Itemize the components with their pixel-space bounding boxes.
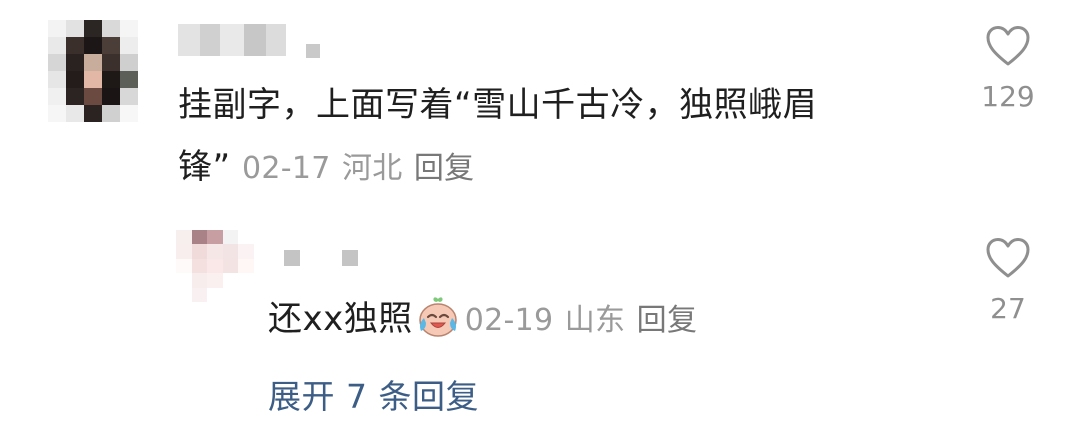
reply-date: 02-19	[464, 303, 554, 338]
comment-thread: 挂副字，上面写着“雪山千古冷，独照峨眉 锋” 02-17 河北 回复 129 还…	[0, 0, 1080, 438]
comment-date: 02-17	[241, 151, 331, 186]
reply-avatar[interactable]	[176, 230, 254, 302]
comment-location: 河北	[341, 151, 403, 186]
reply-like-count: 27	[990, 292, 1026, 325]
reply-button[interactable]: 回复	[414, 151, 475, 186]
comment-text-line2-text: 锋”	[178, 147, 231, 187]
comment-text-line1: 挂副字，上面写着“雪山千古冷，独照峨眉	[178, 85, 818, 125]
comment-text: 挂副字，上面写着“雪山千古冷，独照峨眉 锋” 02-17 河北 回复	[178, 74, 817, 200]
reply-location: 山东	[564, 303, 626, 338]
reply-reply-button[interactable]: 回复	[637, 303, 698, 338]
reply-like-button[interactable]: 27	[963, 236, 1053, 325]
reply-text: 还xx独照 02-19 山东 回复	[268, 288, 697, 352]
avatar[interactable]	[48, 20, 138, 122]
username-blurred[interactable]	[178, 24, 320, 58]
expand-replies-link[interactable]: 展开 7 条回复	[268, 370, 479, 418]
crying-laughing-face-icon	[415, 296, 461, 338]
like-button[interactable]: 129	[963, 24, 1053, 113]
comment-text-line2: 锋” 02-17 河北 回复	[178, 136, 817, 200]
like-count: 129	[981, 80, 1035, 113]
heart-icon	[986, 238, 1030, 278]
reply-text-content: 还xx独照	[268, 299, 413, 339]
heart-icon	[986, 26, 1030, 66]
